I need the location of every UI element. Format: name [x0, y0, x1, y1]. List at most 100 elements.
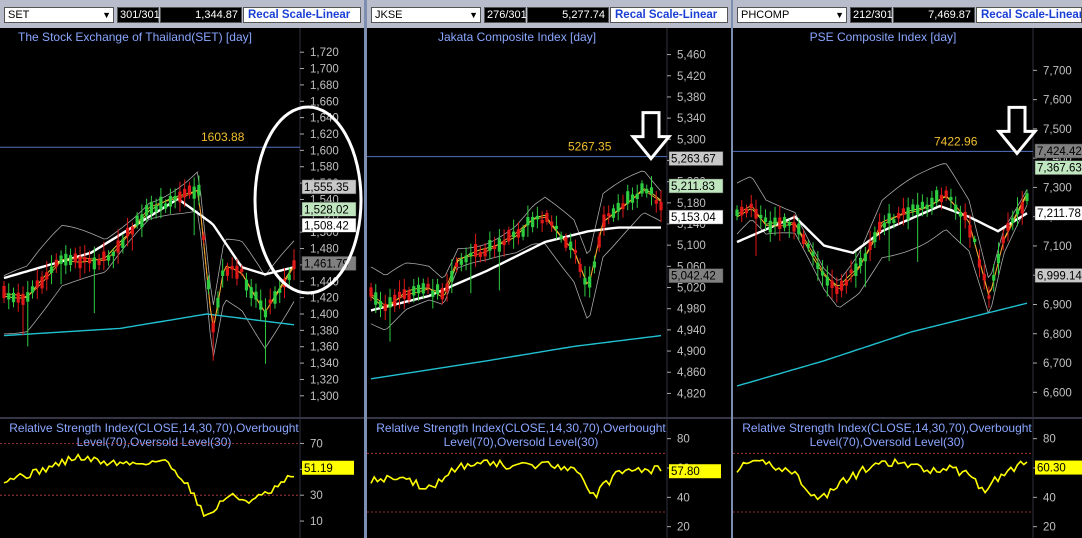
candle-body [7, 293, 11, 300]
candle-body [450, 270, 454, 282]
candle-body [145, 205, 149, 216]
value-tag-label: 5,263.67 [671, 154, 716, 166]
price-tick-label: 7,700 [1043, 65, 1072, 77]
candle-body [21, 293, 25, 305]
candle-body [68, 255, 73, 265]
symbol-select[interactable]: SET ▼ [4, 7, 114, 23]
candle-body [526, 217, 530, 226]
candle-body [863, 253, 867, 262]
candle-body [502, 241, 506, 246]
rsi-subtitle: Level(70),Oversold Level(30) [77, 435, 232, 449]
candle-body [59, 255, 63, 264]
candle-body [26, 292, 30, 302]
candle-body [216, 297, 220, 308]
candle-body [602, 214, 606, 228]
value-tag-label: 1,508.42 [304, 220, 349, 232]
candle-body [992, 274, 996, 281]
candle-body [426, 283, 430, 288]
price-tick-label: 6,700 [1043, 358, 1072, 370]
upper-band [370, 170, 662, 279]
candle-body [393, 294, 397, 307]
candle-body [140, 214, 144, 228]
candle-body [849, 269, 853, 274]
rsi-title: Relative Strength Index(CLOSE,14,30,70),… [9, 421, 299, 435]
price-tick-label: 4,900 [677, 346, 706, 358]
candle-body [825, 276, 829, 286]
value-tag-label: 7,367.63 [1037, 163, 1082, 175]
candle-body [1011, 217, 1015, 223]
candle-body [954, 204, 958, 212]
recal-scale-button[interactable]: Recal Scale-Linear [610, 7, 728, 23]
chart-canvas[interactable]: PSE Composite Index [day] 7,700 7,600 7,500… [733, 28, 1082, 538]
candle-body [173, 196, 177, 201]
candle-body [454, 262, 459, 267]
price-tick-label: 5,100 [677, 240, 706, 252]
price-tick-label: 1,720 [310, 47, 339, 59]
candle-body [878, 221, 882, 233]
candle-body [83, 256, 87, 262]
candle-body [901, 208, 905, 215]
candle-body [35, 280, 39, 288]
candle-body [102, 251, 106, 261]
candle-body [2, 285, 6, 299]
chart-canvas[interactable]: The Stock Exchange of Thailand(SET) [day… [0, 28, 364, 538]
candle-body [106, 255, 111, 261]
price-tick-label: 4,980 [677, 304, 706, 316]
high-label: 1603.88 [201, 130, 245, 144]
price-tick-label: 4,820 [677, 388, 706, 400]
candle-body [597, 236, 601, 248]
price-tick-label: 1,360 [310, 342, 339, 354]
candle-body [273, 291, 277, 304]
down-arrow-icon [995, 105, 1039, 156]
candle-body [735, 209, 739, 217]
candle-body [369, 287, 373, 297]
candle-body [531, 216, 535, 228]
candle-body [159, 196, 163, 210]
candle-body [801, 234, 806, 244]
candle-body [187, 185, 192, 196]
candle-body [512, 231, 516, 237]
candle-body [388, 297, 392, 308]
symbol-select[interactable]: JKSE ▼ [371, 7, 481, 23]
ma-short-line [3, 189, 295, 330]
candle-body [11, 292, 16, 303]
candle-body [611, 208, 616, 218]
rsi-line [736, 457, 1028, 501]
candle-body [811, 251, 815, 257]
candle-body [211, 322, 215, 333]
candle-body [235, 265, 239, 279]
candle-body [268, 299, 272, 304]
chart-panel-jkse: JKSE ▼ 276/301 5,277.74 Recal Scale-Linea… [367, 0, 731, 538]
price-tick-label: 1,320 [310, 374, 339, 386]
candle-body [763, 217, 768, 222]
candle-body [759, 214, 763, 219]
candle-body [839, 280, 844, 291]
candle-body [183, 188, 187, 198]
value-tag-label: 6,999.14 [1037, 270, 1082, 282]
candle-body [1006, 223, 1010, 232]
high-label: 7422.96 [934, 134, 978, 148]
rsi-title: Relative Strength Index(CLOSE,14,30,70),… [742, 421, 1032, 435]
recal-scale-button[interactable]: Recal Scale-Linear [976, 7, 1082, 23]
candle-body [621, 203, 625, 210]
symbol-select[interactable]: PHCOMP ▼ [737, 7, 847, 23]
candle-body [30, 286, 35, 293]
candle-body [545, 212, 549, 222]
candle-body [749, 203, 753, 209]
price-tick-label: 5,300 [677, 134, 706, 146]
candle-body [249, 287, 253, 299]
candle-body [782, 217, 787, 228]
candle-body [958, 212, 963, 217]
toolbar: PHCOMP ▼ 212/301 7,469.87 Recal Scale-Lin… [733, 0, 1082, 28]
toolbar: JKSE ▼ 276/301 5,277.74 Recal Scale-Linea… [367, 0, 731, 28]
chart-canvas[interactable]: Jakata Composite Index [day] 5,460 5,420 5,… [367, 28, 731, 538]
candle-body [873, 232, 877, 243]
recal-scale-button[interactable]: Recal Scale-Linear [243, 7, 361, 23]
candle-body [483, 248, 487, 257]
candle-body [488, 240, 492, 251]
candle-body [535, 215, 539, 220]
value-tag-label: 1,555.35 [304, 182, 349, 194]
candle-body [982, 273, 986, 281]
price-tick-label: 6,800 [1043, 329, 1072, 341]
candle-body [578, 263, 582, 272]
